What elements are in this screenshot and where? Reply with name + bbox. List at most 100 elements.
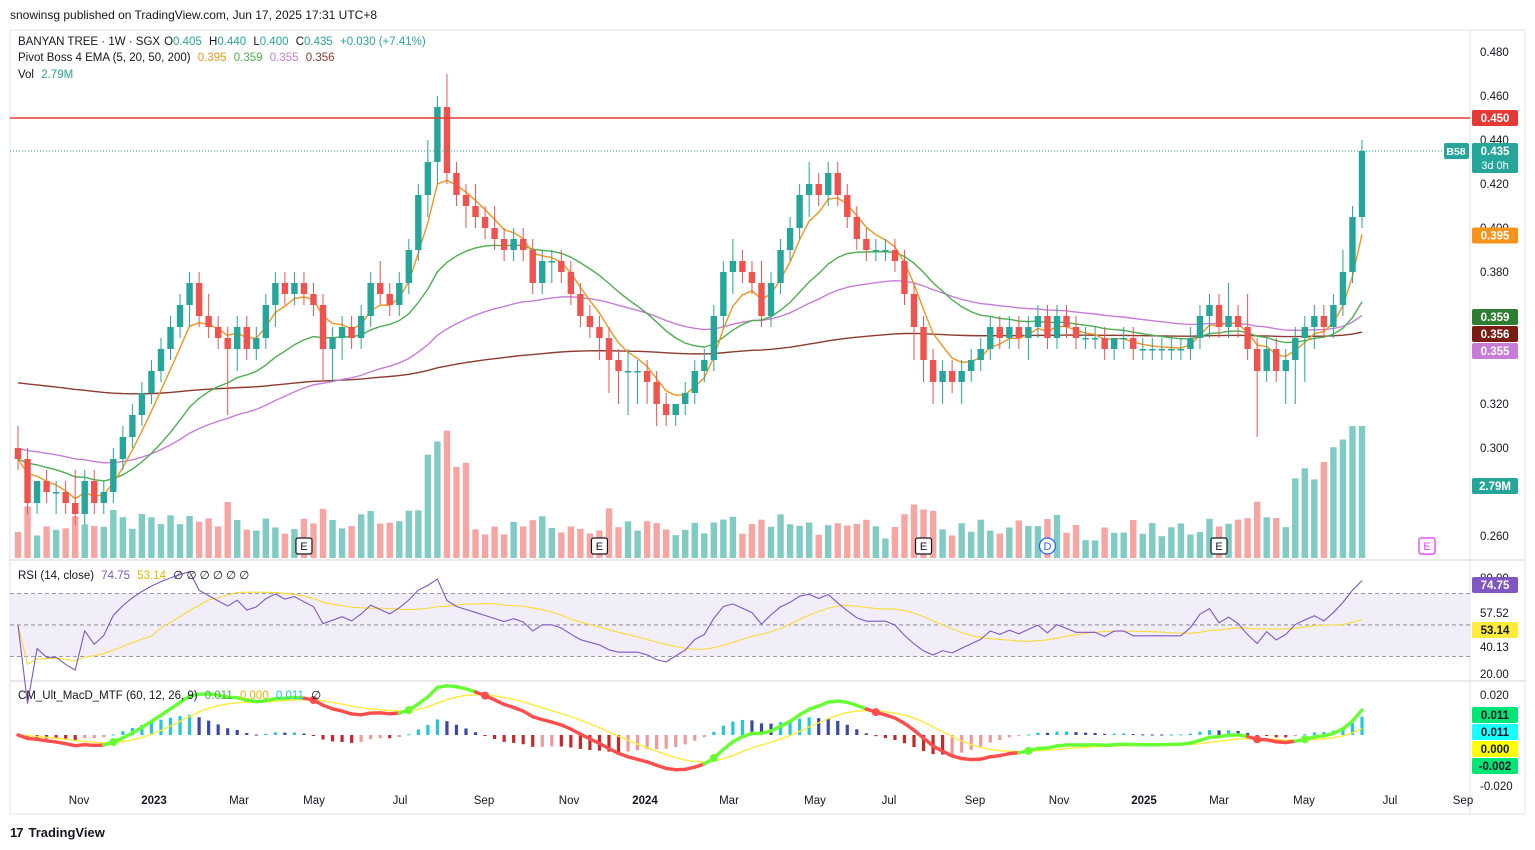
candle-body <box>729 261 737 272</box>
candle <box>214 316 222 349</box>
volume-bar <box>996 533 1003 558</box>
macd-histogram-bar <box>254 734 258 736</box>
macd-histogram-bar <box>683 735 687 745</box>
volume-bar <box>1149 523 1156 558</box>
signal-value: 0.000 <box>239 690 269 702</box>
macd-histogram-bar <box>1198 731 1202 735</box>
candle-body <box>472 206 479 217</box>
volume-bar <box>443 430 451 558</box>
ema50-line <box>17 279 1363 464</box>
volume-bar <box>872 526 880 558</box>
candle-body <box>577 294 584 316</box>
candle <box>1101 327 1108 360</box>
candle-body <box>825 173 832 195</box>
candle <box>396 272 403 316</box>
volume-bar <box>758 519 765 558</box>
candle <box>1273 338 1280 382</box>
candle <box>662 393 670 426</box>
macd-histogram-bar <box>502 735 506 742</box>
candle <box>434 96 441 184</box>
earnings-letter: E <box>596 541 603 553</box>
macd-histogram-bar <box>197 717 201 735</box>
candle <box>348 316 355 349</box>
macd-histogram-bar <box>521 735 525 745</box>
candle <box>1234 305 1242 338</box>
macd-histogram-bar <box>1360 716 1364 735</box>
volume-bar <box>701 533 708 558</box>
legend-macd: CM_Ult_MacD_MTF (60, 12, 26, 9) 0.011 0.… <box>18 690 322 702</box>
macd-histogram-bar <box>159 719 163 735</box>
volume-bar <box>1101 527 1108 558</box>
macd-histogram-bar <box>712 731 716 735</box>
earnings-marker-icon: E <box>590 537 609 555</box>
candle <box>91 470 98 514</box>
candle <box>758 261 765 327</box>
time-label: Jul <box>882 795 897 807</box>
macd-histogram-bar <box>292 732 297 735</box>
candle <box>424 140 432 217</box>
candle-body <box>138 393 146 415</box>
symbol-label[interactable]: BANYAN TREE · 1W · SGX <box>18 36 160 48</box>
macd-histogram-bar <box>330 735 335 742</box>
candle-body <box>1025 327 1032 338</box>
candle-body <box>1149 349 1156 351</box>
candle <box>310 283 317 316</box>
ema5-value: 0.395 <box>197 52 227 64</box>
volume-bar <box>720 519 727 558</box>
macd-title[interactable]: CM_Ult_MacD_MTF (60, 12, 26, 9) <box>18 690 198 702</box>
macd-histogram-bar <box>178 716 182 735</box>
candle-body <box>272 283 279 305</box>
footer-brand[interactable]: 17 TradingView <box>10 825 105 840</box>
price-tick: 0.380 <box>1480 267 1509 279</box>
price-tick: 0.460 <box>1480 91 1509 103</box>
macd-histogram-bar <box>388 735 392 739</box>
volume-bar <box>1072 524 1080 558</box>
volume-bar <box>1253 501 1261 558</box>
macd-histogram-bar <box>674 735 678 748</box>
candle-body <box>434 107 441 162</box>
time-label: May <box>303 795 325 807</box>
candle <box>195 272 203 327</box>
volume-title[interactable]: Vol <box>18 69 34 81</box>
candle-body <box>682 393 689 404</box>
volume-bar <box>1063 532 1070 558</box>
volume-bar <box>24 506 31 558</box>
volume-bar <box>767 526 775 558</box>
candle <box>1282 349 1289 404</box>
candle-body <box>996 327 1003 338</box>
candle <box>519 228 527 261</box>
volume-bar <box>901 514 908 558</box>
price-tick: 0.420 <box>1480 179 1509 191</box>
candle-body <box>1130 338 1137 349</box>
candle-body <box>920 327 927 360</box>
macd-histogram-bar <box>1265 735 1269 736</box>
volume-bar <box>129 528 136 558</box>
chart-canvas[interactable]: 80.0057.5240.1320.00 0.020-0.020 0.4800.… <box>0 0 1535 850</box>
candle-body <box>205 316 212 327</box>
macd-histogram-bar <box>1017 735 1021 737</box>
candle-body <box>1006 327 1013 338</box>
candle <box>224 327 231 415</box>
ema-title[interactable]: Pivot Boss 4 EMA (5, 20, 50, 200) <box>18 52 191 64</box>
volume-bar <box>662 529 670 558</box>
volume-bar <box>777 514 784 558</box>
macd-histogram-bar <box>1083 732 1088 735</box>
volume-bar <box>882 538 889 558</box>
macd-histogram-bar <box>1160 734 1164 736</box>
candle <box>24 448 31 514</box>
macd-histogram-bar <box>550 735 554 747</box>
volume-bar <box>224 502 231 558</box>
candle <box>1177 338 1185 360</box>
rsi-title[interactable]: RSI (14, close) <box>18 570 94 582</box>
volume-bar <box>243 529 250 558</box>
volume-bar <box>195 521 203 558</box>
candle <box>958 360 965 404</box>
volume-bar <box>405 510 413 558</box>
candle <box>262 294 270 349</box>
macd-line-segment <box>416 695 430 706</box>
volume-bar <box>577 528 584 558</box>
time-axis: Nov 2023 Mar May Jul Sep Nov 2024 Mar May Jul Sep No… <box>69 795 1473 807</box>
candle <box>1301 316 1309 382</box>
candle-body <box>977 349 984 360</box>
volume-bar <box>815 534 822 558</box>
